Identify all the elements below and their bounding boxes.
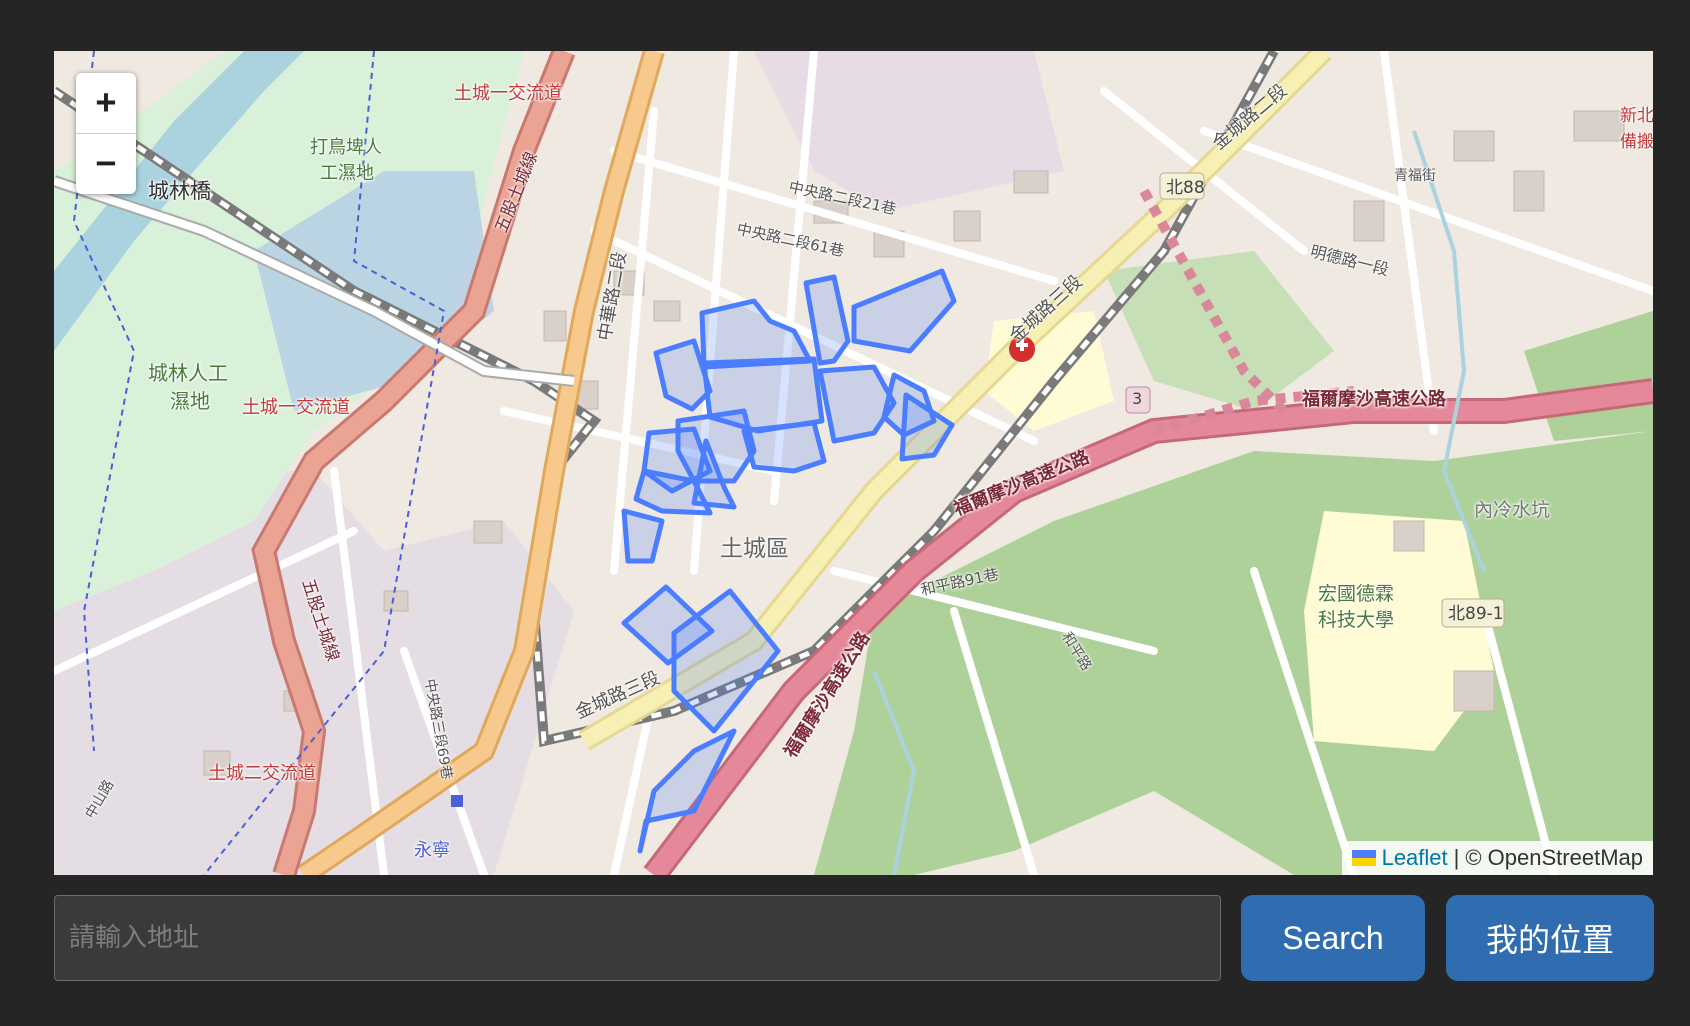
osm-attribution: © OpenStreetMap [1465, 845, 1643, 870]
map-label-interchange-1-mid: 土城一交流道 [242, 397, 350, 418]
map-label-fwy-2: 福爾摩沙高速公路 [1302, 389, 1446, 410]
zoom-control: + − [76, 73, 136, 194]
map-label-xinbei: 新北 [1620, 106, 1653, 126]
map-view[interactable]: 城林橋 土城一交流道 土城一交流道 土城二交流道 城林人工 濕地 打鳥埤人 工濕… [54, 51, 1653, 875]
map-label-interchange-1-top: 土城一交流道 [454, 83, 562, 104]
map-label-university-1: 宏國德霖 [1318, 583, 1395, 605]
map-label-chenglin-bridge: 城林橋 [148, 179, 211, 203]
map-label-yongning: 永寧 [414, 840, 450, 861]
map-label-dabird-2: 工濕地 [320, 163, 374, 184]
map-label-wetland-2: 濕地 [170, 389, 210, 413]
leaflet-link[interactable]: Leaflet [1382, 845, 1448, 871]
route-shield-bei88: 北88 [1166, 178, 1205, 198]
route-shield-3: 3 [1132, 389, 1143, 408]
map-label-wetland-1: 城林人工 [148, 361, 228, 385]
map-label-dabird-1: 打鳥埤人 [310, 137, 382, 158]
search-button[interactable]: Search [1241, 895, 1425, 981]
map-label-university-2: 科技大學 [1318, 609, 1395, 631]
map-label-neileng: 內冷水坑 [1474, 499, 1551, 521]
zoom-in-button[interactable]: + [76, 73, 136, 133]
map-attribution: Leaflet | © OpenStreetMap [1341, 841, 1653, 875]
address-input[interactable] [54, 895, 1221, 981]
ukraine-flag-icon [1351, 850, 1376, 866]
map-label-qingfu: 青福街 [1394, 168, 1436, 184]
map-label-interchange-2: 土城二交流道 [208, 763, 316, 784]
attribution-separator: | [1453, 845, 1460, 870]
zoom-out-button[interactable]: − [76, 133, 136, 194]
my-location-button[interactable]: 我的位置 [1446, 895, 1654, 981]
route-shield-bei89-1: 北89-1 [1448, 604, 1504, 624]
map-label-district: 土城區 [720, 536, 789, 562]
map-label-beishe: 備搬 [1620, 132, 1653, 152]
